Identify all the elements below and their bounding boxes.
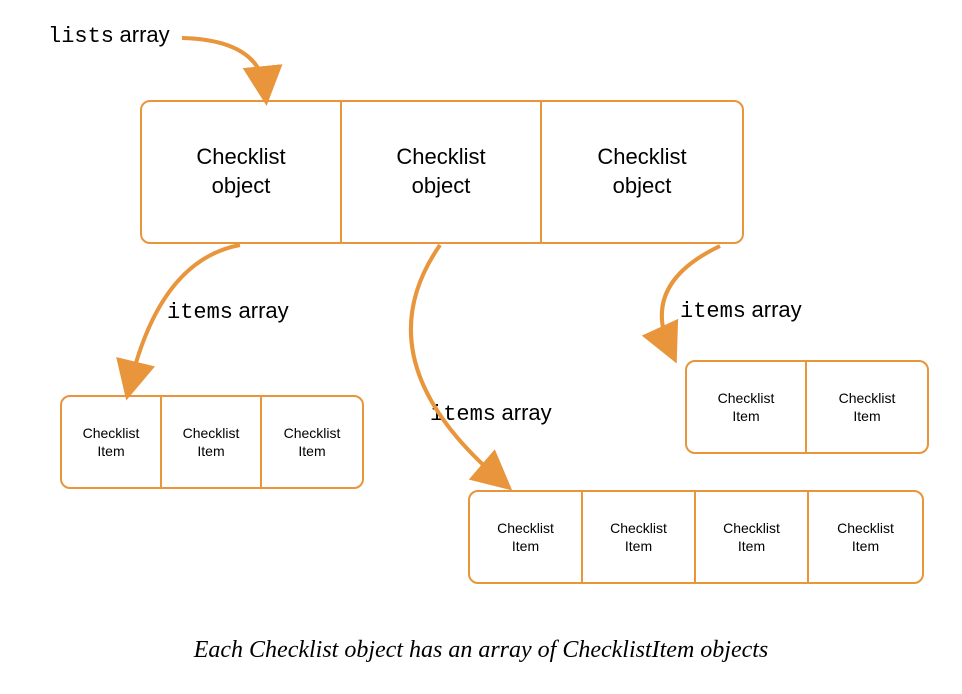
- items-array-label-1: items array: [167, 298, 289, 325]
- checklist-item-cell: ChecklistItem: [62, 397, 162, 487]
- items-array-2: ChecklistItem ChecklistItem ChecklistIte…: [468, 490, 924, 584]
- items-array-3: ChecklistItem ChecklistItem: [685, 360, 929, 454]
- lists-array: Checklistobject Checklistobject Checklis…: [140, 100, 744, 244]
- checklist-item-cell: ChecklistItem: [807, 362, 927, 452]
- checklist-item-cell: ChecklistItem: [696, 492, 809, 582]
- checklist-item-cell: ChecklistItem: [583, 492, 696, 582]
- lists-array-label: lists array: [48, 22, 170, 49]
- checklist-item-cell: ChecklistItem: [809, 492, 922, 582]
- diagram-caption: Each Checklist object has an array of Ch…: [0, 637, 962, 664]
- array-word: array: [502, 400, 552, 425]
- items-code: items: [430, 402, 496, 427]
- items-code: items: [167, 300, 233, 325]
- items-code: items: [680, 299, 746, 324]
- items-array-label-3: items array: [680, 297, 802, 324]
- array-word: array: [239, 298, 289, 323]
- array-word: array: [752, 297, 802, 322]
- items-array-label-2: items array: [430, 400, 552, 427]
- lists-code: lists: [48, 24, 114, 49]
- checklist-object-cell: Checklistobject: [342, 102, 542, 242]
- checklist-item-cell: ChecklistItem: [262, 397, 362, 487]
- arrow-lists: [170, 30, 290, 110]
- checklist-object-cell: Checklistobject: [542, 102, 742, 242]
- checklist-item-cell: ChecklistItem: [162, 397, 262, 487]
- arrow-items-2: [370, 240, 530, 500]
- checklist-item-cell: ChecklistItem: [470, 492, 583, 582]
- checklist-object-cell: Checklistobject: [142, 102, 342, 242]
- array-word: array: [120, 22, 170, 47]
- checklist-item-cell: ChecklistItem: [687, 362, 807, 452]
- items-array-1: ChecklistItem ChecklistItem ChecklistIte…: [60, 395, 364, 489]
